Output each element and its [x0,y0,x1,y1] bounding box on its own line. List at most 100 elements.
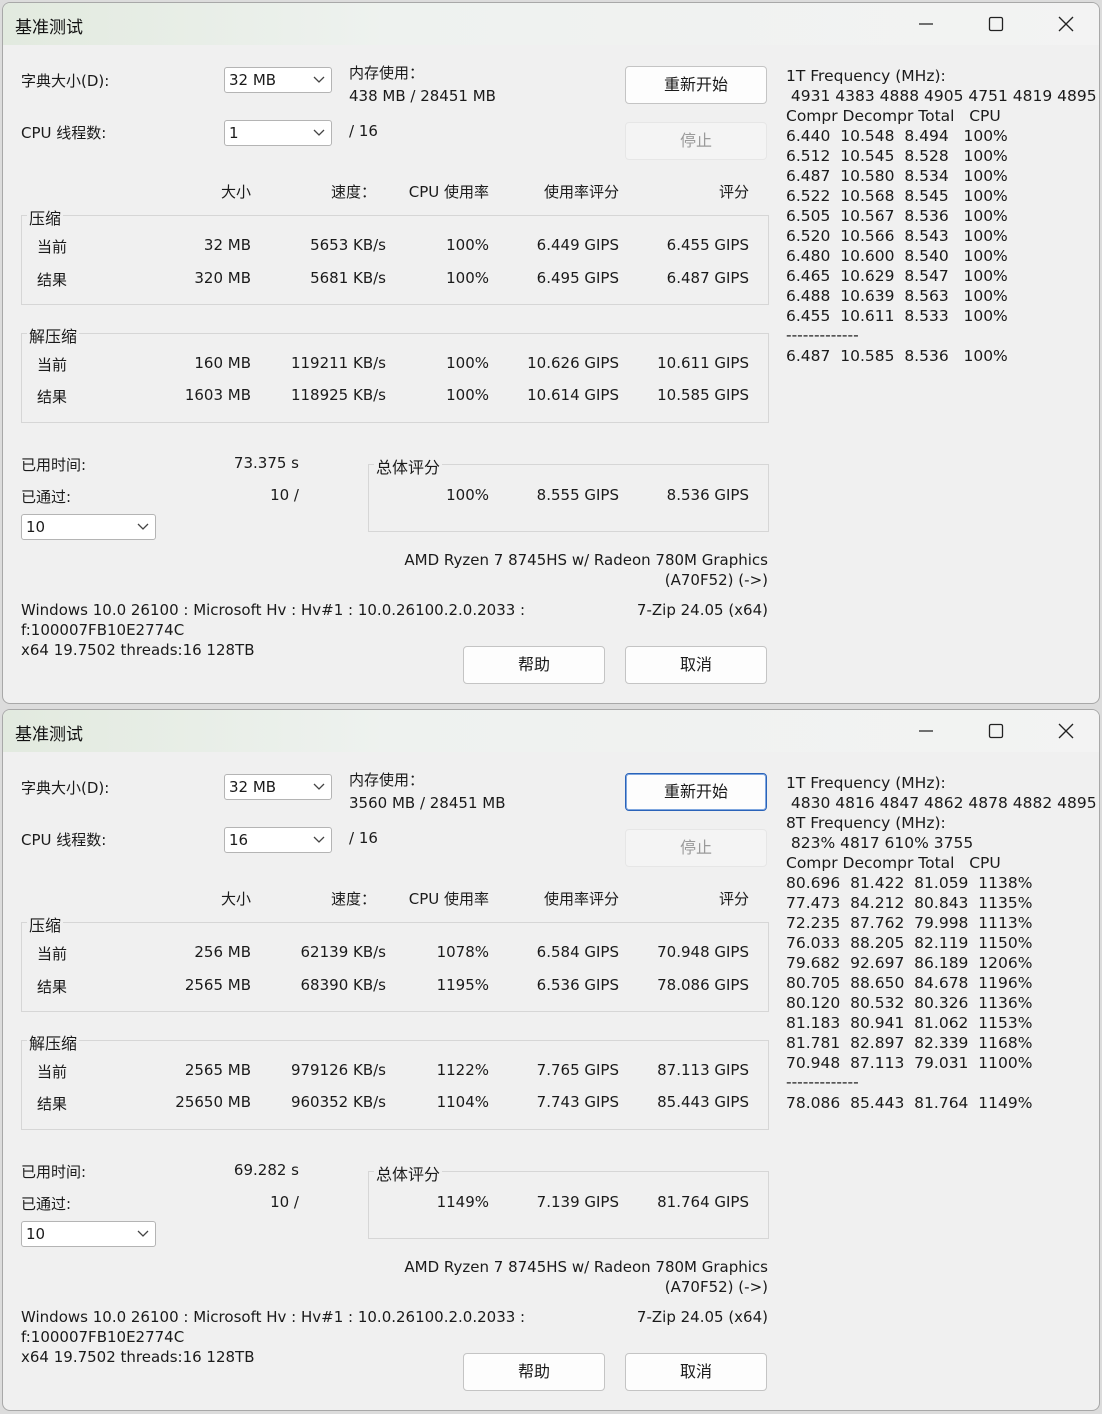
help-button[interactable]: 帮助 [463,646,605,684]
compress-current-cpu: 100% [446,236,489,254]
maximize-icon [988,723,1004,739]
total-rating-label: 总体评分 [374,454,443,478]
compress-current-size: 32 MB [203,236,251,254]
compress-result-size: 2565 MB [184,976,251,994]
passes-value: 10 [26,518,46,536]
restart-button[interactable]: 重新开始 [625,773,767,811]
dict-size-select[interactable]: 32 MB [224,67,332,93]
window-title: 基准测试 [15,725,83,745]
decompress-result-usage: 7.743 GIPS [536,1093,619,1111]
threads-select[interactable]: 1 [224,120,332,146]
version-label: 7-Zip 24.05 (x64) [636,601,768,619]
decompress-current-size: 2565 MB [184,1061,251,1079]
total-rating: 81.764 GIPS [657,1193,749,1211]
total-cpu: 100% [446,486,489,504]
header-speed: 速度： [330,183,376,201]
compress-current-rating: 6.455 GIPS [666,236,749,254]
decompress-label: 解压缩 [27,323,80,347]
results-log-line: Compr Decompr Total CPU [786,107,1001,125]
decompress-result-rating: 10.585 GIPS [657,386,749,404]
stop-button[interactable]: 停止 [625,829,767,867]
cpu-id-link[interactable]: (A70F52) (->) [568,1278,768,1296]
maximize-button[interactable] [965,710,1029,752]
cpu-name: AMD Ryzen 7 8745HS w/ Radeon 780M Graphi… [404,551,768,569]
results-log-line: 6.488 10.639 8.563 100% [786,287,1008,305]
restart-button[interactable]: 重新开始 [625,66,767,104]
cancel-button[interactable]: 取消 [625,646,767,684]
decompress-result-size: 1603 MB [184,386,251,404]
compress-current-usage: 6.449 GIPS [536,236,619,254]
cpu-id-link[interactable]: (A70F52) (->) [568,571,768,589]
maximize-icon [988,16,1004,32]
compress-result-label: 结果 [37,271,68,289]
cancel-button[interactable]: 取消 [625,1353,767,1391]
compress-current-speed: 62139 KB/s [300,943,386,961]
results-log-line: ------------- [786,1073,859,1091]
threads-label: CPU 线程数: [21,124,107,142]
decompress-result-size: 25650 MB [175,1093,251,1111]
threads-total: / 16 [349,829,378,847]
title-bar[interactable]: 基准测试 [3,710,1099,752]
close-icon [1058,723,1074,739]
decompress-group [21,333,769,423]
minimize-icon [919,730,933,732]
dict-size-value: 32 MB [229,778,277,796]
compress-current-label: 当前 [37,238,68,256]
close-button[interactable] [1035,710,1099,752]
chevron-down-icon [313,129,325,136]
total-usage: 7.139 GIPS [536,1193,619,1211]
results-log-line: Compr Decompr Total CPU [786,854,1001,872]
stop-button[interactable]: 停止 [625,122,767,160]
decompress-current-usage: 7.765 GIPS [536,1061,619,1079]
results-log-line: 6.512 10.545 8.528 100% [786,147,1008,165]
dict-size-label: 字典大小(D): [21,72,110,90]
results-log-line: 8T Frequency (MHz): [786,814,946,832]
results-log-line: 6.465 10.629 8.547 100% [786,267,1008,285]
decompress-current-speed: 119211 KB/s [290,354,386,372]
close-button[interactable] [1035,3,1099,45]
compress-current-label: 当前 [37,945,68,963]
passed-value: 10 / [270,486,299,504]
results-log-line: 1T Frequency (MHz): [786,67,946,85]
results-log-line: 6.522 10.568 8.545 100% [786,187,1008,205]
compress-result-usage: 6.536 GIPS [536,976,619,994]
minimize-button[interactable] [895,710,959,752]
system-info-line3: x64 19.7502 threads:16 128TB [21,641,255,659]
decompress-group [21,1040,769,1130]
threads-total: / 16 [349,122,378,140]
passes-select[interactable]: 10 [21,1221,156,1247]
total-cpu: 1149% [436,1193,489,1211]
compress-result-cpu: 100% [446,269,489,287]
results-log-line: 80.120 80.532 80.326 1136% [786,994,1033,1012]
system-info-line1: Windows 10.0 26100 : Microsoft Hv : Hv#1… [21,1308,526,1326]
help-button[interactable]: 帮助 [463,1353,605,1391]
elapsed-value: 69.282 s [233,1161,299,1179]
header-size: 大小 [220,890,251,908]
chevron-down-icon [313,783,325,790]
results-log-line: 823% 4817 610% 3755 [786,834,974,852]
compress-result-rating: 6.487 GIPS [666,269,749,287]
decompress-result-speed: 118925 KB/s [290,386,386,404]
passes-select[interactable]: 10 [21,514,156,540]
title-bar[interactable]: 基准测试 [3,3,1099,45]
results-log-line: 4830 4816 4847 4862 4878 4882 4895 [786,794,1097,812]
threads-value: 16 [229,831,249,849]
compress-current-cpu: 1078% [436,943,489,961]
threads-label: CPU 线程数: [21,831,107,849]
results-log-line: 70.948 87.113 79.031 1100% [786,1054,1033,1072]
maximize-button[interactable] [965,3,1029,45]
dict-size-select[interactable]: 32 MB [224,774,332,800]
passes-value: 10 [26,1225,46,1243]
decompress-current-usage: 10.626 GIPS [527,354,619,372]
cpu-name: AMD Ryzen 7 8745HS w/ Radeon 780M Graphi… [404,1258,768,1276]
minimize-button[interactable] [895,3,959,45]
passed-value: 10 / [270,1193,299,1211]
total-usage: 8.555 GIPS [536,486,619,504]
header-rating: 评分 [718,183,749,201]
decompress-label: 解压缩 [27,1030,80,1054]
results-log-line: 1T Frequency (MHz): [786,774,946,792]
threads-select[interactable]: 16 [224,827,332,853]
memory-value: 3560 MB / 28451 MB [349,794,506,812]
decompress-result-speed: 960352 KB/s [290,1093,386,1111]
decompress-result-label: 结果 [37,388,68,406]
